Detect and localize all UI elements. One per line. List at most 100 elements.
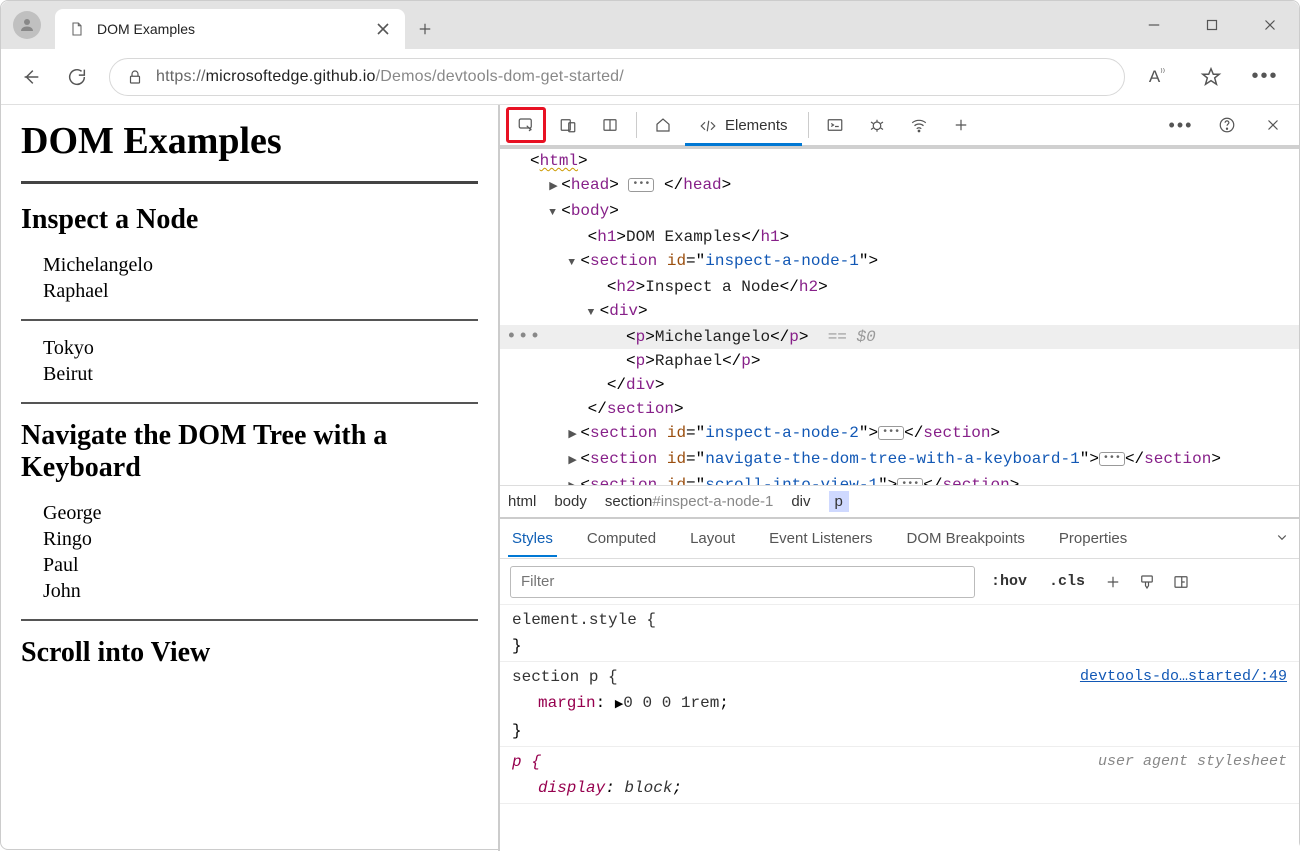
paint-button[interactable] xyxy=(1135,570,1159,594)
wifi-icon xyxy=(910,116,928,134)
refresh-icon xyxy=(66,66,88,88)
inspect-icon xyxy=(517,116,535,134)
devtools-panel: Elements ••• <html> ▶<head> ••• </head> … xyxy=(498,105,1299,851)
style-rule: user agent stylesheet p { display: block… xyxy=(500,747,1299,804)
styles-tab[interactable]: Styles xyxy=(508,522,557,557)
list-item: Michelangelo xyxy=(43,254,456,277)
styles-filter-bar: :hov .cls xyxy=(500,559,1299,605)
breadcrumb-item-selected[interactable]: p xyxy=(829,491,849,512)
more-menu-button[interactable]: ••• xyxy=(1245,57,1285,97)
style-rule: devtools-do…started/:49 section p { marg… xyxy=(500,662,1299,747)
page-content: DOM Examples Inspect a Node Michelangelo… xyxy=(1,105,498,851)
window-titlebar: DOM Examples xyxy=(1,1,1299,49)
dom-tree[interactable]: <html> ▶<head> ••• </head> ▼<body> <h1>D… xyxy=(500,149,1299,485)
more-icon: ••• xyxy=(1169,115,1194,136)
dom-breakpoints-tab[interactable]: DOM Breakpoints xyxy=(903,522,1029,555)
new-tab-button[interactable] xyxy=(405,9,445,49)
maximize-button[interactable] xyxy=(1183,5,1241,45)
hov-toggle[interactable]: :hov xyxy=(985,569,1033,594)
arrow-left-icon xyxy=(20,66,42,88)
device-toggle-button[interactable] xyxy=(548,107,588,143)
dock-button[interactable] xyxy=(590,107,630,143)
breadcrumb-item[interactable]: div xyxy=(791,493,810,510)
styles-rules[interactable]: element.style { } devtools-do…started/:4… xyxy=(500,605,1299,851)
list-block: Tokyo Beirut xyxy=(21,337,478,386)
plus-icon xyxy=(952,116,970,134)
computed-tab[interactable]: Computed xyxy=(583,522,660,555)
close-icon xyxy=(1261,16,1279,34)
maximize-icon xyxy=(1203,16,1221,34)
event-listeners-tab[interactable]: Event Listeners xyxy=(765,522,876,555)
help-button[interactable] xyxy=(1207,107,1247,143)
favorite-button[interactable] xyxy=(1191,57,1231,97)
close-devtools-button[interactable] xyxy=(1253,107,1293,143)
divider xyxy=(21,402,478,404)
breadcrumb-item[interactable]: section#inspect-a-node-1 xyxy=(605,493,773,510)
read-aloud-icon: A⁾⁾ xyxy=(1149,67,1165,87)
refresh-button[interactable] xyxy=(57,57,97,97)
read-aloud-button[interactable]: A⁾⁾ xyxy=(1137,57,1177,97)
list-item: Ringo xyxy=(43,528,456,551)
style-rule: element.style { } xyxy=(500,605,1299,662)
issues-button[interactable] xyxy=(857,107,897,143)
section-heading: Scroll into View xyxy=(21,637,478,669)
rule-source-link[interactable]: devtools-do…started/:49 xyxy=(1080,664,1287,690)
url-field[interactable]: https://microsoftedge.github.io/Demos/de… xyxy=(109,58,1125,96)
inspect-element-button[interactable] xyxy=(506,107,546,143)
new-style-button[interactable] xyxy=(1101,570,1125,594)
close-window-button[interactable] xyxy=(1241,5,1299,45)
list-block: Michelangelo Raphael xyxy=(21,254,478,303)
cls-toggle[interactable]: .cls xyxy=(1043,569,1091,594)
tab-close-icon[interactable] xyxy=(375,21,391,37)
home-icon xyxy=(654,116,672,134)
divider xyxy=(21,619,478,621)
styles-tabbar: Styles Computed Layout Event Listeners D… xyxy=(500,519,1299,559)
window-controls xyxy=(1125,1,1299,49)
properties-tab[interactable]: Properties xyxy=(1055,522,1131,555)
minimize-icon xyxy=(1145,16,1163,34)
list-item: Paul xyxy=(43,554,456,577)
plus-icon xyxy=(416,20,434,38)
styles-filter-input[interactable] xyxy=(510,566,975,598)
chevron-down-icon xyxy=(1273,528,1291,546)
user-agent-label: user agent stylesheet xyxy=(1098,749,1287,775)
list-item: Tokyo xyxy=(43,337,456,360)
profile-avatar[interactable] xyxy=(13,11,41,39)
divider xyxy=(21,181,478,184)
browser-tab[interactable]: DOM Examples xyxy=(55,9,405,49)
list-item: John xyxy=(43,580,456,603)
panel-icon xyxy=(1172,573,1190,591)
styles-more-button[interactable] xyxy=(1273,528,1291,549)
list-block: George Ringo Paul John xyxy=(21,502,478,603)
divider xyxy=(21,319,478,321)
console-icon xyxy=(826,116,844,134)
section-heading: Navigate the DOM Tree with a Keyboard xyxy=(21,420,478,484)
list-item: Raphael xyxy=(43,280,456,303)
devtools-more-button[interactable]: ••• xyxy=(1161,107,1201,143)
page-h1: DOM Examples xyxy=(21,119,478,163)
lock-icon xyxy=(126,68,144,86)
brush-icon xyxy=(1138,573,1156,591)
more-icon: ••• xyxy=(1251,65,1278,88)
help-icon xyxy=(1218,116,1236,134)
dom-selected-node[interactable]: ••• <p>Michelangelo</p> == $0 xyxy=(500,325,1299,349)
star-icon xyxy=(1200,66,1222,88)
layout-tab[interactable]: Layout xyxy=(686,522,739,555)
dom-breadcrumb: html body section#inspect-a-node-1 div p xyxy=(500,485,1299,519)
more-tabs-button[interactable] xyxy=(941,107,981,143)
welcome-tab[interactable] xyxy=(643,107,683,143)
person-icon xyxy=(18,16,36,34)
back-button[interactable] xyxy=(11,57,51,97)
breadcrumb-item[interactable]: html xyxy=(508,493,536,510)
network-conditions-button[interactable] xyxy=(899,107,939,143)
plus-icon xyxy=(1104,573,1122,591)
address-bar: https://microsoftedge.github.io/Demos/de… xyxy=(1,49,1299,105)
section-heading: Inspect a Node xyxy=(21,204,478,236)
console-button[interactable] xyxy=(815,107,855,143)
bug-icon xyxy=(868,116,886,134)
devtools-toolbar: Elements ••• xyxy=(500,105,1299,149)
computed-toggle-button[interactable] xyxy=(1169,570,1193,594)
minimize-button[interactable] xyxy=(1125,5,1183,45)
breadcrumb-item[interactable]: body xyxy=(554,493,587,510)
elements-tab[interactable]: Elements xyxy=(685,109,802,146)
